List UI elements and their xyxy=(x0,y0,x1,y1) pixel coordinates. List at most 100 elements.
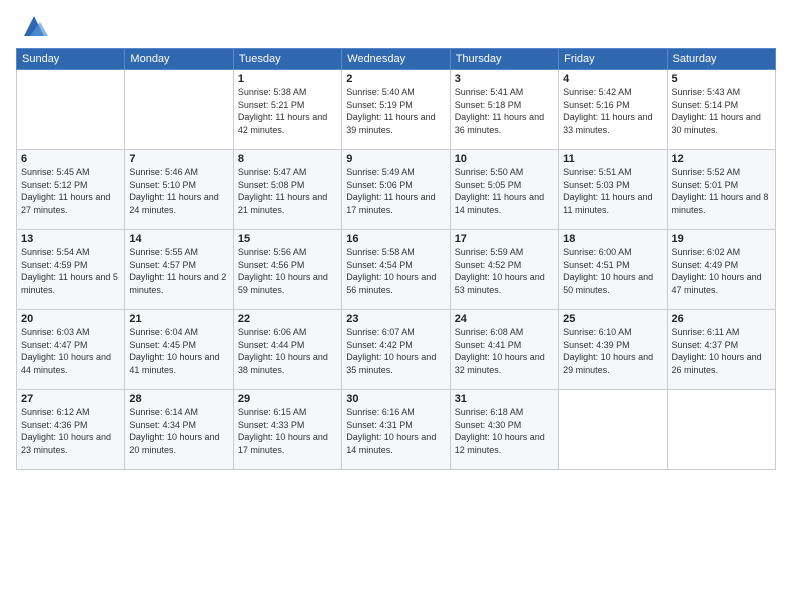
calendar-cell: 15Sunrise: 5:56 AM Sunset: 4:56 PM Dayli… xyxy=(233,230,341,310)
day-info: Sunrise: 6:11 AM Sunset: 4:37 PM Dayligh… xyxy=(672,326,771,376)
calendar-cell: 10Sunrise: 5:50 AM Sunset: 5:05 PM Dayli… xyxy=(450,150,558,230)
day-info: Sunrise: 6:00 AM Sunset: 4:51 PM Dayligh… xyxy=(563,246,662,296)
weekday-header-monday: Monday xyxy=(125,49,233,70)
calendar-cell: 18Sunrise: 6:00 AM Sunset: 4:51 PM Dayli… xyxy=(559,230,667,310)
week-row-3: 13Sunrise: 5:54 AM Sunset: 4:59 PM Dayli… xyxy=(17,230,776,310)
day-number: 16 xyxy=(346,233,445,245)
calendar-cell: 24Sunrise: 6:08 AM Sunset: 4:41 PM Dayli… xyxy=(450,310,558,390)
day-number: 17 xyxy=(455,233,554,245)
calendar-cell: 21Sunrise: 6:04 AM Sunset: 4:45 PM Dayli… xyxy=(125,310,233,390)
day-number: 23 xyxy=(346,313,445,325)
day-number: 18 xyxy=(563,233,662,245)
weekday-header-thursday: Thursday xyxy=(450,49,558,70)
calendar-cell: 14Sunrise: 5:55 AM Sunset: 4:57 PM Dayli… xyxy=(125,230,233,310)
calendar-cell xyxy=(17,70,125,150)
calendar-cell: 3Sunrise: 5:41 AM Sunset: 5:18 PM Daylig… xyxy=(450,70,558,150)
week-row-5: 27Sunrise: 6:12 AM Sunset: 4:36 PM Dayli… xyxy=(17,390,776,470)
day-number: 15 xyxy=(238,233,337,245)
day-info: Sunrise: 5:45 AM Sunset: 5:12 PM Dayligh… xyxy=(21,166,120,216)
week-row-2: 6Sunrise: 5:45 AM Sunset: 5:12 PM Daylig… xyxy=(17,150,776,230)
day-number: 14 xyxy=(129,233,228,245)
day-number: 13 xyxy=(21,233,120,245)
calendar-cell: 12Sunrise: 5:52 AM Sunset: 5:01 PM Dayli… xyxy=(667,150,775,230)
day-info: Sunrise: 5:50 AM Sunset: 5:05 PM Dayligh… xyxy=(455,166,554,216)
calendar-cell: 30Sunrise: 6:16 AM Sunset: 4:31 PM Dayli… xyxy=(342,390,450,470)
day-number: 10 xyxy=(455,153,554,165)
day-info: Sunrise: 5:58 AM Sunset: 4:54 PM Dayligh… xyxy=(346,246,445,296)
day-info: Sunrise: 5:51 AM Sunset: 5:03 PM Dayligh… xyxy=(563,166,662,216)
day-info: Sunrise: 5:42 AM Sunset: 5:16 PM Dayligh… xyxy=(563,86,662,136)
day-number: 6 xyxy=(21,153,120,165)
calendar-cell xyxy=(559,390,667,470)
day-number: 29 xyxy=(238,393,337,405)
day-info: Sunrise: 5:46 AM Sunset: 5:10 PM Dayligh… xyxy=(129,166,228,216)
calendar-cell: 22Sunrise: 6:06 AM Sunset: 4:44 PM Dayli… xyxy=(233,310,341,390)
weekday-header-friday: Friday xyxy=(559,49,667,70)
day-info: Sunrise: 6:06 AM Sunset: 4:44 PM Dayligh… xyxy=(238,326,337,376)
day-info: Sunrise: 6:08 AM Sunset: 4:41 PM Dayligh… xyxy=(455,326,554,376)
day-number: 27 xyxy=(21,393,120,405)
day-info: Sunrise: 5:52 AM Sunset: 5:01 PM Dayligh… xyxy=(672,166,771,216)
calendar-cell: 7Sunrise: 5:46 AM Sunset: 5:10 PM Daylig… xyxy=(125,150,233,230)
day-number: 24 xyxy=(455,313,554,325)
day-number: 30 xyxy=(346,393,445,405)
calendar-cell xyxy=(125,70,233,150)
day-number: 4 xyxy=(563,73,662,85)
calendar-cell: 19Sunrise: 6:02 AM Sunset: 4:49 PM Dayli… xyxy=(667,230,775,310)
day-number: 12 xyxy=(672,153,771,165)
day-number: 1 xyxy=(238,73,337,85)
day-info: Sunrise: 6:14 AM Sunset: 4:34 PM Dayligh… xyxy=(129,406,228,456)
calendar-cell: 13Sunrise: 5:54 AM Sunset: 4:59 PM Dayli… xyxy=(17,230,125,310)
day-info: Sunrise: 6:18 AM Sunset: 4:30 PM Dayligh… xyxy=(455,406,554,456)
calendar-table: SundayMondayTuesdayWednesdayThursdayFrid… xyxy=(16,48,776,470)
day-info: Sunrise: 6:15 AM Sunset: 4:33 PM Dayligh… xyxy=(238,406,337,456)
calendar-cell: 2Sunrise: 5:40 AM Sunset: 5:19 PM Daylig… xyxy=(342,70,450,150)
day-info: Sunrise: 5:54 AM Sunset: 4:59 PM Dayligh… xyxy=(21,246,120,296)
calendar-cell xyxy=(667,390,775,470)
calendar-cell: 5Sunrise: 5:43 AM Sunset: 5:14 PM Daylig… xyxy=(667,70,775,150)
weekday-header-row: SundayMondayTuesdayWednesdayThursdayFrid… xyxy=(17,49,776,70)
day-info: Sunrise: 5:59 AM Sunset: 4:52 PM Dayligh… xyxy=(455,246,554,296)
day-info: Sunrise: 5:43 AM Sunset: 5:14 PM Dayligh… xyxy=(672,86,771,136)
week-row-4: 20Sunrise: 6:03 AM Sunset: 4:47 PM Dayli… xyxy=(17,310,776,390)
weekday-header-saturday: Saturday xyxy=(667,49,775,70)
calendar-cell: 1Sunrise: 5:38 AM Sunset: 5:21 PM Daylig… xyxy=(233,70,341,150)
weekday-header-wednesday: Wednesday xyxy=(342,49,450,70)
day-info: Sunrise: 6:02 AM Sunset: 4:49 PM Dayligh… xyxy=(672,246,771,296)
calendar-cell: 23Sunrise: 6:07 AM Sunset: 4:42 PM Dayli… xyxy=(342,310,450,390)
day-number: 28 xyxy=(129,393,228,405)
day-number: 31 xyxy=(455,393,554,405)
day-info: Sunrise: 5:55 AM Sunset: 4:57 PM Dayligh… xyxy=(129,246,228,296)
calendar-cell: 26Sunrise: 6:11 AM Sunset: 4:37 PM Dayli… xyxy=(667,310,775,390)
day-number: 9 xyxy=(346,153,445,165)
calendar-cell: 17Sunrise: 5:59 AM Sunset: 4:52 PM Dayli… xyxy=(450,230,558,310)
logo-icon xyxy=(20,12,48,40)
calendar-cell: 4Sunrise: 5:42 AM Sunset: 5:16 PM Daylig… xyxy=(559,70,667,150)
calendar-cell: 28Sunrise: 6:14 AM Sunset: 4:34 PM Dayli… xyxy=(125,390,233,470)
day-number: 21 xyxy=(129,313,228,325)
day-info: Sunrise: 6:07 AM Sunset: 4:42 PM Dayligh… xyxy=(346,326,445,376)
calendar-cell: 16Sunrise: 5:58 AM Sunset: 4:54 PM Dayli… xyxy=(342,230,450,310)
calendar-cell: 31Sunrise: 6:18 AM Sunset: 4:30 PM Dayli… xyxy=(450,390,558,470)
week-row-1: 1Sunrise: 5:38 AM Sunset: 5:21 PM Daylig… xyxy=(17,70,776,150)
day-number: 20 xyxy=(21,313,120,325)
weekday-header-tuesday: Tuesday xyxy=(233,49,341,70)
day-number: 26 xyxy=(672,313,771,325)
calendar-cell: 11Sunrise: 5:51 AM Sunset: 5:03 PM Dayli… xyxy=(559,150,667,230)
day-info: Sunrise: 6:04 AM Sunset: 4:45 PM Dayligh… xyxy=(129,326,228,376)
weekday-header-sunday: Sunday xyxy=(17,49,125,70)
day-info: Sunrise: 5:56 AM Sunset: 4:56 PM Dayligh… xyxy=(238,246,337,296)
calendar-cell: 20Sunrise: 6:03 AM Sunset: 4:47 PM Dayli… xyxy=(17,310,125,390)
day-number: 2 xyxy=(346,73,445,85)
day-number: 22 xyxy=(238,313,337,325)
calendar-cell: 29Sunrise: 6:15 AM Sunset: 4:33 PM Dayli… xyxy=(233,390,341,470)
day-info: Sunrise: 6:10 AM Sunset: 4:39 PM Dayligh… xyxy=(563,326,662,376)
day-info: Sunrise: 6:16 AM Sunset: 4:31 PM Dayligh… xyxy=(346,406,445,456)
logo xyxy=(16,12,48,40)
day-info: Sunrise: 6:03 AM Sunset: 4:47 PM Dayligh… xyxy=(21,326,120,376)
day-info: Sunrise: 5:47 AM Sunset: 5:08 PM Dayligh… xyxy=(238,166,337,216)
header xyxy=(16,12,776,40)
calendar-cell: 27Sunrise: 6:12 AM Sunset: 4:36 PM Dayli… xyxy=(17,390,125,470)
day-info: Sunrise: 5:40 AM Sunset: 5:19 PM Dayligh… xyxy=(346,86,445,136)
day-number: 7 xyxy=(129,153,228,165)
